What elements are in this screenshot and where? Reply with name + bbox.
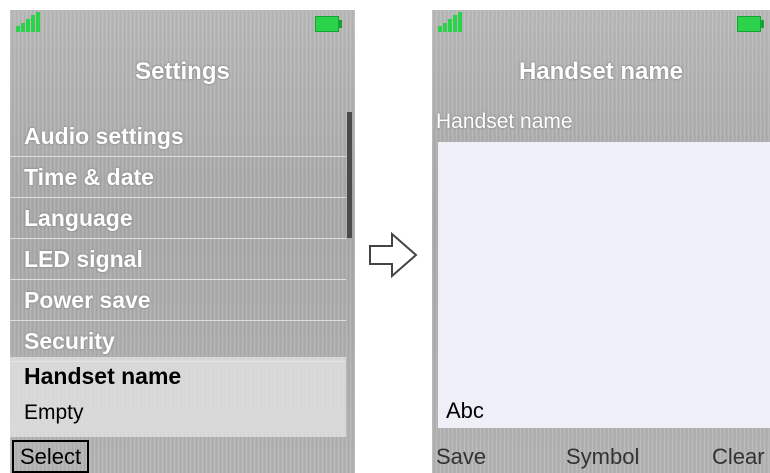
handset-name-screen: Handset name Handset name Abc Save Symbo… [432,10,770,473]
battery-icon [315,16,343,32]
battery-icon [737,16,765,32]
handset-name-input[interactable]: Abc [438,142,770,428]
settings-screen: Settings Audio settings Time & date Lang… [10,10,355,473]
page-title: Handset name [518,58,684,85]
menu-item-language[interactable]: Language [10,198,346,239]
menu-item-audio-settings[interactable]: Audio settings [10,116,346,157]
arrow-right-icon [369,232,418,278]
clear-softkey[interactable]: Clear [712,444,765,470]
signal-strength-icon [16,12,40,32]
page-title: Settings [135,58,230,85]
scrollbar[interactable] [347,112,352,238]
softkey-bar: Select [10,440,355,473]
settings-menu: Audio settings Time & date Language LED … [10,116,346,362]
menu-item-led-signal[interactable]: LED signal [10,239,346,280]
menu-item-value: Empty [24,401,84,424]
signal-strength-icon [438,12,462,32]
menu-item-label: Handset name [24,363,182,389]
input-mode-indicator: Abc [446,398,484,423]
field-label: Handset name [436,110,573,133]
menu-item-power-save[interactable]: Power save [10,280,346,321]
menu-item-handset-name[interactable]: Handset name Empty [10,357,346,437]
menu-item-time-date[interactable]: Time & date [10,157,346,198]
save-softkey[interactable]: Save [436,444,486,470]
symbol-softkey[interactable]: Symbol [566,444,639,470]
menu-item-security[interactable]: Security [10,321,346,362]
select-softkey[interactable]: Select [12,440,90,473]
